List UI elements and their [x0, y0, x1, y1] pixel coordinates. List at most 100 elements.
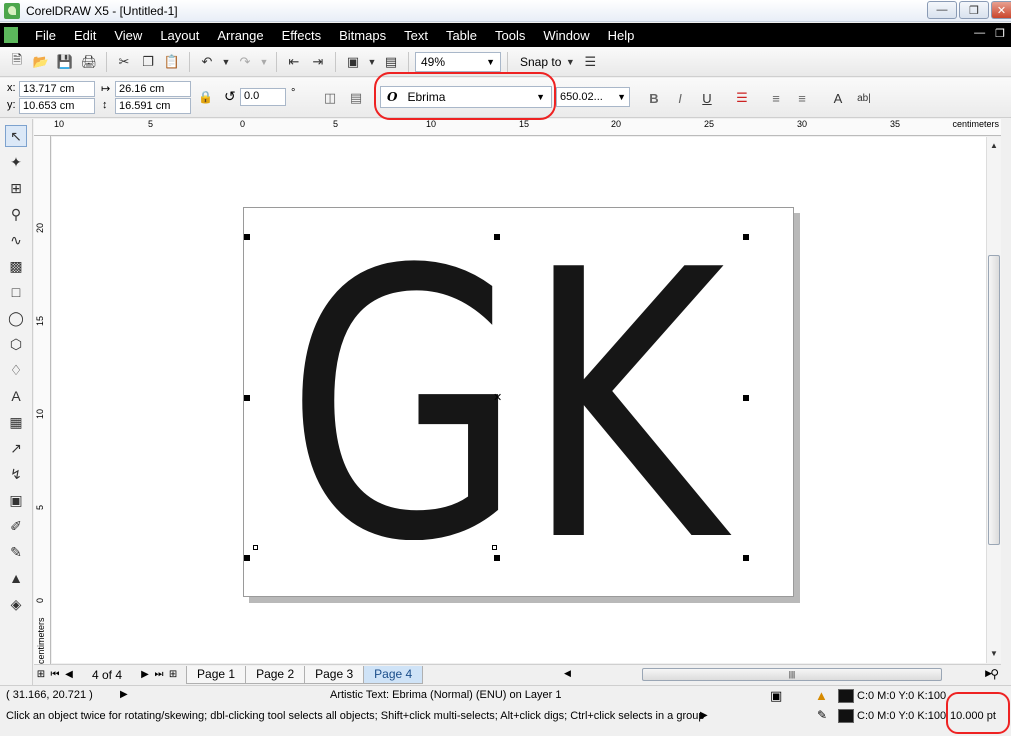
fill-tool-icon[interactable]: ▲ [5, 567, 27, 589]
menu-text[interactable]: Text [395, 28, 437, 43]
rotation-center-icon[interactable]: ✕ [493, 391, 502, 404]
horizontal-scroll-thumb[interactable]: ||| [642, 668, 942, 681]
copy-icon[interactable]: ❐ [137, 51, 159, 73]
menu-bitmaps[interactable]: Bitmaps [330, 28, 395, 43]
pick-tool-icon[interactable]: ↖ [5, 125, 27, 147]
artistic-text-gk[interactable]: GK [275, 257, 735, 540]
x-position-field[interactable]: 13.717 cm [19, 81, 95, 97]
text-alignment-icon[interactable]: ☰ [732, 88, 752, 108]
horizontal-scrollbar[interactable]: ◀ ||| ▶ [562, 667, 994, 682]
blend-tool-icon[interactable]: ▣ [5, 489, 27, 511]
first-page-icon[interactable]: ⏮ [48, 669, 62, 680]
height-field[interactable]: 16.591 cm [115, 98, 191, 114]
bold-icon[interactable]: B [644, 88, 664, 108]
save-icon[interactable]: 💾 [54, 51, 76, 73]
text-node-handle[interactable] [492, 545, 497, 550]
drop-cap-icon[interactable]: ≡ [792, 88, 812, 108]
rectangle-tool-icon[interactable]: □ [5, 281, 27, 303]
connector-tool-icon[interactable]: ↯ [5, 463, 27, 485]
undo-dropdown-icon[interactable]: ▼ [220, 51, 232, 73]
dimension-tool-icon[interactable]: ↗ [5, 437, 27, 459]
scroll-down-icon[interactable]: ▼ [990, 649, 998, 658]
scroll-up-icon[interactable]: ▲ [990, 141, 998, 150]
text-properties-icon[interactable]: A [828, 88, 848, 108]
redo-dropdown-icon[interactable]: ▼ [258, 51, 270, 73]
next-page-icon[interactable]: ▶ [138, 669, 152, 680]
outline-pen-icon[interactable]: ✎ [5, 541, 27, 563]
text-tool-icon[interactable]: A [5, 385, 27, 407]
lock-ratio-icon[interactable]: 🔒 [198, 90, 213, 104]
doc-minimize-icon[interactable]: — [974, 27, 985, 40]
color-proof-icon[interactable]: ▣ [770, 688, 782, 704]
italic-icon[interactable]: I [670, 88, 690, 108]
zoom-tool-icon[interactable]: ⚲ [5, 203, 27, 225]
selection-handle[interactable] [494, 555, 500, 561]
export-icon[interactable]: ⇥ [307, 51, 329, 73]
page-tab-4[interactable]: Page 4 [363, 665, 424, 684]
eyedropper-tool-icon[interactable]: ✐ [5, 515, 27, 537]
shape-tool-icon[interactable]: ✦ [5, 151, 27, 173]
menu-help[interactable]: Help [599, 28, 644, 43]
page-tab-3[interactable]: Page 3 [304, 665, 365, 684]
vertical-scrollbar[interactable]: ▲ ▼ [986, 137, 1001, 663]
options-icon[interactable]: ☰ [579, 51, 601, 73]
y-position-field[interactable]: 10.653 cm [19, 98, 95, 114]
underline-icon[interactable]: U [697, 88, 717, 108]
minimize-button[interactable]: — [927, 1, 957, 19]
print-icon[interactable]: 🖨 [78, 51, 100, 73]
open-icon[interactable]: 📂 [30, 51, 52, 73]
menu-tools[interactable]: Tools [486, 28, 534, 43]
cut-icon[interactable]: ✂ [113, 51, 135, 73]
rotation-angle-field[interactable]: 0.0 [240, 88, 286, 106]
crop-tool-icon[interactable]: ⊞ [5, 177, 27, 199]
basic-shapes-icon[interactable]: ♢ [5, 359, 27, 381]
font-size-combo[interactable]: 650.02... ▼ [556, 87, 630, 107]
new-document-icon[interactable]: 🗎 [6, 51, 28, 73]
page-tab-2[interactable]: Page 2 [245, 665, 306, 684]
document-icon[interactable] [4, 27, 18, 43]
mirror-horizontal-icon[interactable]: ◫ [320, 88, 340, 108]
zoom-navigator-icon[interactable]: ⚲ [990, 667, 999, 681]
bullet-list-icon[interactable]: ≡ [766, 88, 786, 108]
selection-handle[interactable] [743, 395, 749, 401]
scroll-left-icon[interactable]: ◀ [564, 668, 571, 679]
doc-restore-icon[interactable]: ❐ [995, 27, 1005, 40]
add-page-after-icon[interactable]: ⊞ [166, 669, 180, 680]
zoom-level-combo[interactable]: 49% ▼ [415, 51, 501, 72]
launcher-dropdown-icon[interactable]: ▼ [366, 51, 378, 73]
previous-page-icon[interactable]: ◀ [62, 669, 76, 680]
welcome-screen-icon[interactable]: ▤ [380, 51, 402, 73]
import-icon[interactable]: ⇤ [283, 51, 305, 73]
menu-arrange[interactable]: Arrange [208, 28, 272, 43]
restore-button[interactable]: ❐ [959, 1, 989, 19]
menu-view[interactable]: View [105, 28, 151, 43]
menu-layout[interactable]: Layout [151, 28, 208, 43]
selection-handle[interactable] [743, 555, 749, 561]
freehand-tool-icon[interactable]: ∿ [5, 229, 27, 251]
coreldraw-app-icon[interactable] [4, 2, 20, 19]
status-expand-icon[interactable]: ▶ [120, 689, 128, 700]
outline-color-swatch[interactable] [838, 709, 854, 723]
horizontal-ruler[interactable]: 10 5 0 5 10 15 20 25 30 35 centimeters [34, 119, 1001, 136]
selection-handle[interactable] [743, 234, 749, 240]
selection-handle[interactable] [494, 234, 500, 240]
menu-effects[interactable]: Effects [273, 28, 331, 43]
smart-fill-icon[interactable]: ▩ [5, 255, 27, 277]
redo-icon[interactable]: ↷ [234, 51, 256, 73]
page-tab-1[interactable]: Page 1 [186, 665, 247, 684]
menu-edit[interactable]: Edit [65, 28, 105, 43]
vertical-scroll-thumb[interactable] [988, 255, 1000, 545]
menu-table[interactable]: Table [437, 28, 486, 43]
snap-to-button[interactable]: Snap to [520, 55, 561, 69]
menu-window[interactable]: Window [534, 28, 598, 43]
font-list-combo[interactable]: O Ebrima ▼ [380, 86, 552, 108]
selection-handle[interactable] [244, 395, 250, 401]
fill-color-swatch[interactable] [838, 689, 854, 703]
undo-icon[interactable]: ↶ [196, 51, 218, 73]
vertical-ruler[interactable]: 20 15 10 5 0 centimeters [34, 136, 51, 664]
paste-icon[interactable]: 📋 [161, 51, 183, 73]
last-page-icon[interactable]: ⏭ [152, 669, 166, 680]
selection-handle[interactable] [244, 555, 250, 561]
drawing-window[interactable]: GK ✕ [52, 137, 986, 663]
application-launcher-icon[interactable]: ▣ [342, 51, 364, 73]
